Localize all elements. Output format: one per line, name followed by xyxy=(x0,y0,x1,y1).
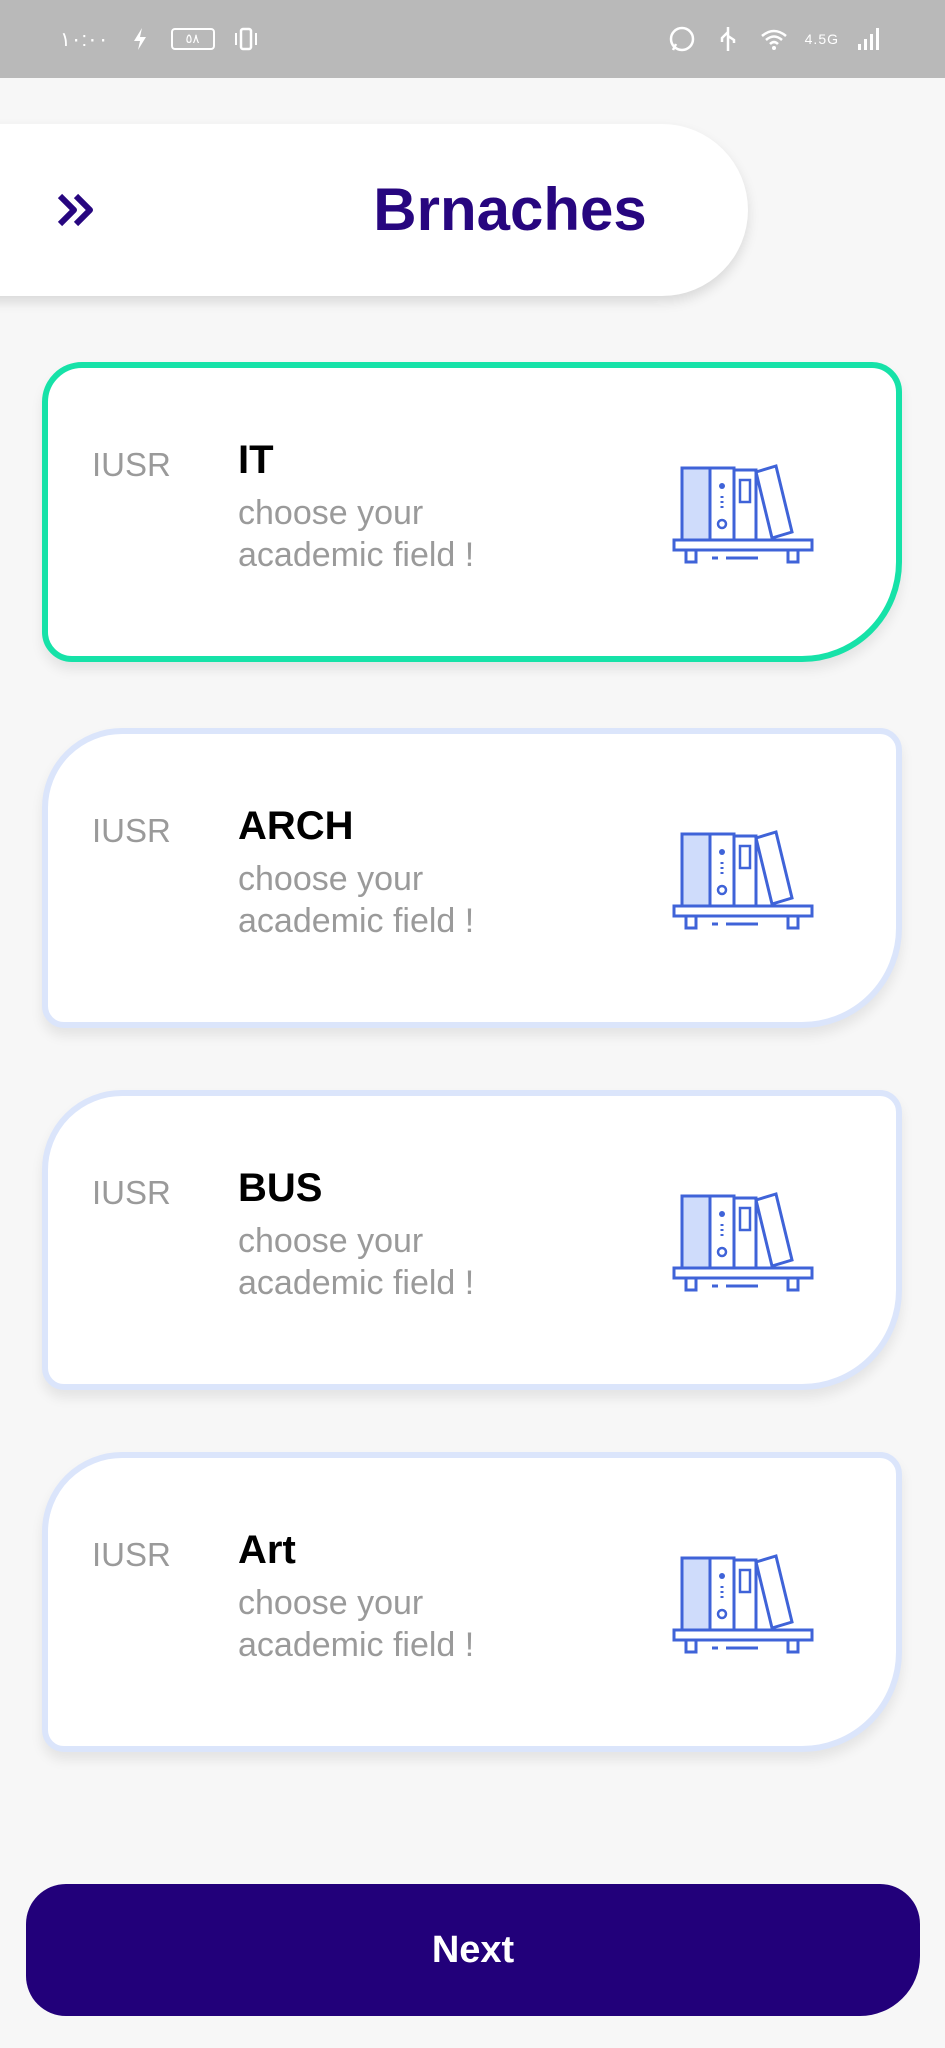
card-subtitle: choose your academic field ! xyxy=(238,1222,475,1302)
bookshelf-icon xyxy=(672,464,814,564)
next-button[interactable]: Next xyxy=(26,1884,920,2016)
usb-icon xyxy=(713,24,743,54)
branch-card-arch[interactable]: IUSR ARCH choose your academic field ! xyxy=(42,728,902,1028)
battery-icon: ٥٨ xyxy=(170,28,215,50)
card-name: ARCH xyxy=(238,804,354,848)
charging-icon xyxy=(125,24,155,54)
bookshelf-icon xyxy=(672,1192,814,1292)
card-name: BUS xyxy=(238,1166,323,1210)
bookshelf-icon xyxy=(672,830,814,930)
status-bar: ١٠:٠٠ ٥٨ 4.5G xyxy=(0,0,945,78)
card-subtitle: choose your academic field ! xyxy=(238,494,475,574)
card-tag: IUSR xyxy=(92,446,171,483)
vibrate-icon xyxy=(231,24,261,54)
card-subtitle: choose your academic field ! xyxy=(238,1584,475,1664)
card-name: IT xyxy=(238,438,274,482)
page-title: Brnaches xyxy=(373,176,647,243)
whatsapp-icon xyxy=(667,24,697,54)
signal-icon xyxy=(855,24,885,54)
card-name: Art xyxy=(238,1528,296,1572)
branch-card-it[interactable]: IUSR IT choose your academic field ! xyxy=(42,362,902,662)
card-tag: IUSR xyxy=(92,1536,171,1573)
wifi-icon xyxy=(759,24,789,54)
status-left: ١٠:٠٠ ٥٨ xyxy=(60,24,261,54)
card-subtitle: choose your academic field ! xyxy=(238,860,475,940)
network-type: 4.5G xyxy=(804,31,839,47)
branch-card-art[interactable]: IUSR Art choose your academic field ! xyxy=(42,1452,902,1752)
status-right: 4.5G xyxy=(667,24,885,54)
double-chevron-right-icon[interactable] xyxy=(52,186,100,234)
branch-card-bus[interactable]: IUSR BUS choose your academic field ! xyxy=(42,1090,902,1390)
card-tag: IUSR xyxy=(92,1174,171,1211)
bookshelf-icon xyxy=(672,1554,814,1654)
card-tag: IUSR xyxy=(92,812,171,849)
status-time: ١٠:٠٠ xyxy=(60,28,109,51)
